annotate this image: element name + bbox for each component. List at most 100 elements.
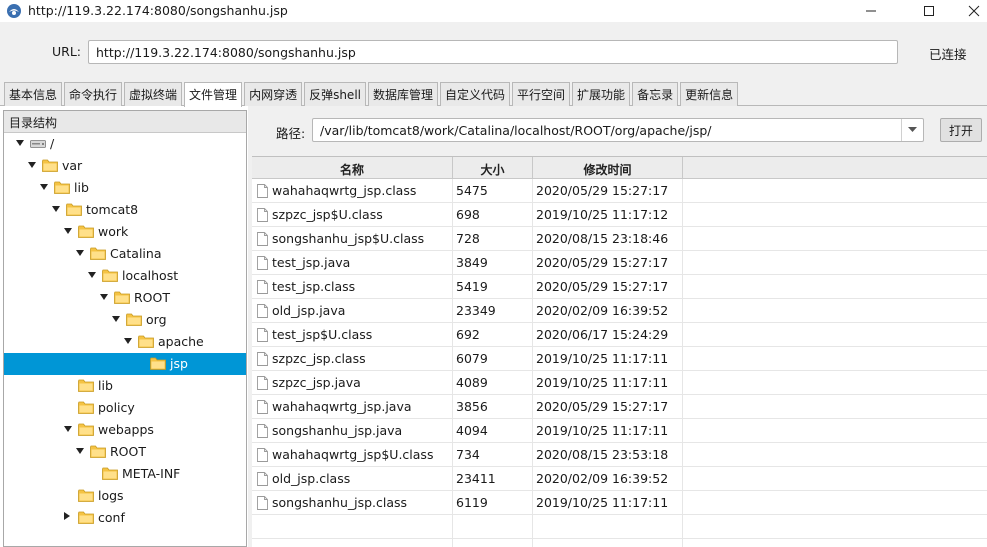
- table-row[interactable]: wahahaqwrtg_jsp.java 3856 2020/05/29 15:27…: [252, 395, 987, 419]
- tree-item-label: webapps: [98, 422, 154, 437]
- tab-1[interactable]: 命令执行: [64, 82, 123, 106]
- table-row[interactable]: songshanhu_jsp.java 4094 2019/10/25 11:17:…: [252, 419, 987, 443]
- tree-item[interactable]: lib: [4, 177, 246, 199]
- tree-item-label: org: [146, 312, 167, 327]
- tab-10[interactable]: 备忘录: [632, 82, 679, 106]
- tree-item[interactable]: Catalina: [4, 243, 246, 265]
- maximize-button[interactable]: [906, 0, 952, 22]
- file-icon: [257, 328, 268, 342]
- expanded-arrow-icon[interactable]: [16, 140, 24, 146]
- tab-5[interactable]: 反弹shell: [304, 82, 366, 106]
- tab-3[interactable]: 文件管理: [184, 82, 243, 107]
- tree-item[interactable]: tomcat8: [4, 199, 246, 221]
- expanded-arrow-icon[interactable]: [76, 250, 84, 256]
- column-header-size[interactable]: 大小: [453, 157, 533, 179]
- tab-9[interactable]: 扩展功能: [572, 82, 631, 106]
- file-name: wahahaqwrtg_jsp.java: [272, 399, 412, 414]
- expanded-arrow-icon[interactable]: [28, 162, 36, 168]
- file-size: 728: [453, 227, 533, 251]
- expanded-arrow-icon[interactable]: [124, 338, 132, 344]
- table-row[interactable]: szpzc_jsp.class 6079 2019/10/25 11:17:11: [252, 347, 987, 371]
- tree-item[interactable]: org: [4, 309, 246, 331]
- directory-tree: / var lib tomcat8 work Catalina localhost ROOT o…: [4, 133, 246, 529]
- empty-cell: [453, 539, 533, 547]
- tree-item[interactable]: ROOT: [4, 441, 246, 463]
- file-name: test_jsp.class: [272, 279, 356, 294]
- column-header-name[interactable]: 名称: [252, 157, 453, 179]
- expanded-arrow-icon[interactable]: [64, 426, 72, 432]
- expanded-arrow-icon[interactable]: [100, 294, 108, 300]
- open-button[interactable]: 打开: [940, 118, 982, 142]
- tree-item[interactable]: var: [4, 155, 246, 177]
- tree-item[interactable]: work: [4, 221, 246, 243]
- tab-2[interactable]: 虚拟终端: [124, 82, 183, 106]
- empty-row: [252, 515, 987, 539]
- url-label: URL:: [52, 44, 82, 59]
- url-input[interactable]: [88, 40, 898, 64]
- folder-icon: [54, 181, 70, 194]
- file-modified: 2019/10/25 11:17:11: [533, 419, 683, 443]
- folder-icon: [78, 423, 94, 436]
- tree-item[interactable]: logs: [4, 485, 246, 507]
- tree-item-label: ROOT: [134, 290, 170, 305]
- table-row[interactable]: test_jsp.java 3849 2020/05/29 15:27:17: [252, 251, 987, 275]
- tree-item[interactable]: ROOT: [4, 287, 246, 309]
- file-name-cell: old_jsp.class: [252, 467, 453, 491]
- table-row[interactable]: songshanhu_jsp.class 6119 2019/10/25 11:17…: [252, 491, 987, 515]
- file-size: 23349: [453, 299, 533, 323]
- tab-7[interactable]: 自定义代码: [440, 82, 511, 106]
- collapsed-arrow-icon[interactable]: [64, 512, 70, 520]
- table-row[interactable]: szpzc_jsp$U.class 698 2019/10/25 11:17:12: [252, 203, 987, 227]
- tree-item[interactable]: META-INF: [4, 463, 246, 485]
- tree-item[interactable]: policy: [4, 397, 246, 419]
- tree-item[interactable]: conf: [4, 507, 246, 529]
- table-row[interactable]: old_jsp.java 23349 2020/02/09 16:39:52: [252, 299, 987, 323]
- path-dropdown-button[interactable]: [901, 119, 923, 141]
- table-row[interactable]: wahahaqwrtg_jsp$U.class 734 2020/08/15 23:…: [252, 443, 987, 467]
- tree-item[interactable]: /: [4, 133, 246, 155]
- tree-item[interactable]: webapps: [4, 419, 246, 441]
- file-name: wahahaqwrtg_jsp$U.class: [272, 447, 434, 462]
- expanded-arrow-icon[interactable]: [52, 206, 60, 212]
- table-row[interactable]: old_jsp.class 23411 2020/02/09 16:39:52: [252, 467, 987, 491]
- close-button[interactable]: [951, 0, 987, 22]
- column-header-modified[interactable]: 修改时间: [533, 157, 683, 179]
- tree-item-label: lib: [74, 180, 89, 195]
- path-combo[interactable]: /var/lib/tomcat8/work/Catalina/localhost…: [312, 118, 924, 142]
- title-bar: http://119.3.22.174:8080/songshanhu.jsp: [0, 0, 987, 22]
- tab-8[interactable]: 平行空间: [512, 82, 571, 106]
- expanded-arrow-icon[interactable]: [76, 448, 84, 454]
- file-icon: [257, 232, 268, 246]
- tree-item[interactable]: localhost: [4, 265, 246, 287]
- expanded-arrow-icon[interactable]: [40, 184, 48, 190]
- table-row[interactable]: test_jsp$U.class 692 2020/06/17 15:24:29: [252, 323, 987, 347]
- tree-item-label: lib: [98, 378, 113, 393]
- tab-4[interactable]: 内网穿透: [244, 82, 303, 106]
- file-table: 名称 大小 修改时间 wahahaqwrtg_jsp.class 5475 2020…: [252, 156, 987, 547]
- empty-cell: [252, 515, 453, 539]
- table-row[interactable]: songshanhu_jsp$U.class 728 2020/08/15 23:1…: [252, 227, 987, 251]
- tab-0[interactable]: 基本信息: [4, 82, 63, 106]
- tree-item-label: logs: [98, 488, 124, 503]
- file-modified: 2020/08/15 23:18:46: [533, 227, 683, 251]
- tree-item[interactable]: lib: [4, 375, 246, 397]
- file-icon: [257, 448, 268, 462]
- tab-6[interactable]: 数据库管理: [368, 82, 439, 106]
- expanded-arrow-icon[interactable]: [88, 272, 96, 278]
- empty-cell: [453, 515, 533, 539]
- table-row[interactable]: wahahaqwrtg_jsp.class 5475 2020/05/29 15:2…: [252, 179, 987, 203]
- file-name: szpzc_jsp.java: [272, 375, 361, 390]
- tab-11[interactable]: 更新信息: [680, 82, 739, 106]
- directory-tree-panel: 目录结构 / var lib tomcat8 work Catalina localhost…: [3, 110, 247, 547]
- tree-item-label: ROOT: [110, 444, 146, 459]
- table-row[interactable]: test_jsp.class 5419 2020/05/29 15:27:17: [252, 275, 987, 299]
- expanded-arrow-icon[interactable]: [112, 316, 120, 322]
- table-row[interactable]: szpzc_jsp.java 4089 2019/10/25 11:17:11: [252, 371, 987, 395]
- file-modified: 2019/10/25 11:17:11: [533, 347, 683, 371]
- file-browser: 路径: /var/lib/tomcat8/work/Catalina/local…: [248, 106, 987, 547]
- chevron-down-icon: [908, 127, 917, 132]
- minimize-button[interactable]: [848, 0, 894, 22]
- expanded-arrow-icon[interactable]: [64, 228, 72, 234]
- tree-item[interactable]: jsp: [4, 353, 246, 375]
- tree-item[interactable]: apache: [4, 331, 246, 353]
